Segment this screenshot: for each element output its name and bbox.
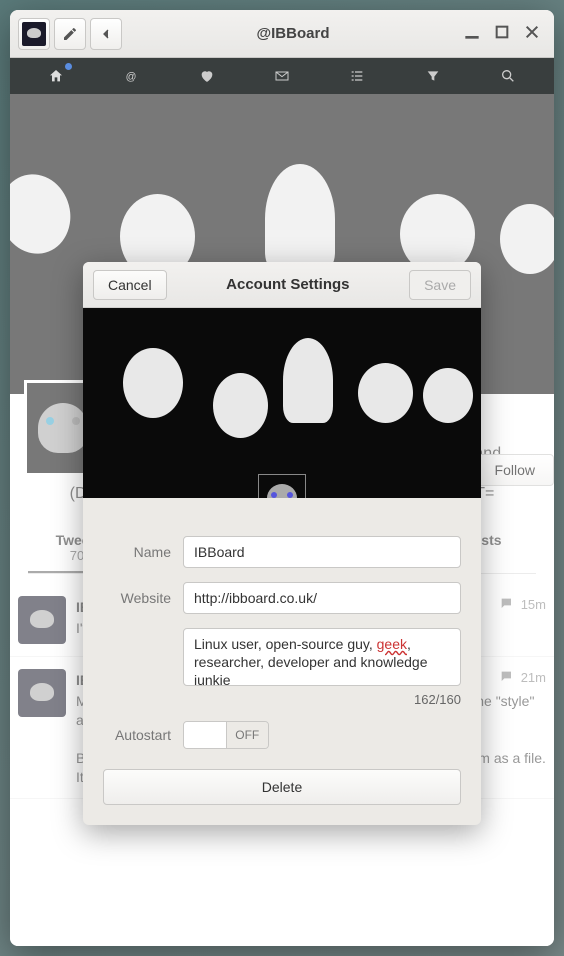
bio-textarea[interactable]: Linux user, open-source guy, geek, resea… [183,628,461,686]
tab-lists[interactable] [347,66,367,86]
delete-button[interactable]: Delete [103,769,461,805]
back-button[interactable] [90,18,122,50]
modal-avatar[interactable] [258,474,306,498]
modal-banner[interactable] [83,308,481,498]
account-avatar-button[interactable] [18,18,50,50]
maximize-button[interactable] [494,24,510,43]
heart-icon [199,68,215,84]
website-label: Website [103,590,171,606]
modal-title: Account Settings [167,276,409,293]
svg-text:@: @ [126,71,137,83]
website-input[interactable] [183,582,461,614]
tab-filters[interactable] [423,66,443,86]
tab-favorites[interactable] [197,66,217,86]
at-icon: @ [123,68,139,84]
tab-messages[interactable] [272,66,292,86]
pencil-icon [62,26,78,42]
char-count: 162/160 [103,692,461,707]
close-icon [524,24,540,40]
mail-icon [274,68,290,84]
cancel-button[interactable]: Cancel [93,270,167,300]
search-icon [500,68,516,84]
toggle-state: OFF [227,722,269,748]
window-title: @IBBoard [128,25,458,42]
maximize-icon [494,24,510,40]
tab-home[interactable] [46,66,66,86]
home-icon [48,68,64,84]
titlebar: @IBBoard [10,10,554,58]
tab-search[interactable] [498,66,518,86]
list-icon [349,68,365,84]
close-button[interactable] [524,24,540,43]
modal-overlay: Cancel Account Settings Save Name Websit… [10,94,554,946]
notification-dot [65,63,72,70]
tab-mentions[interactable]: @ [121,66,141,86]
account-settings-modal: Cancel Account Settings Save Name Websit… [83,262,481,825]
autostart-label: Autostart [103,727,171,743]
minimize-icon [464,24,480,40]
filter-icon [425,68,441,84]
name-input[interactable] [183,536,461,568]
autostart-toggle[interactable]: OFF [183,721,269,749]
minimize-button[interactable] [464,24,480,43]
chevron-left-icon [98,26,114,42]
save-button[interactable]: Save [409,270,471,300]
name-label: Name [103,544,171,560]
tab-bar: @ [10,58,554,94]
compose-button[interactable] [54,18,86,50]
